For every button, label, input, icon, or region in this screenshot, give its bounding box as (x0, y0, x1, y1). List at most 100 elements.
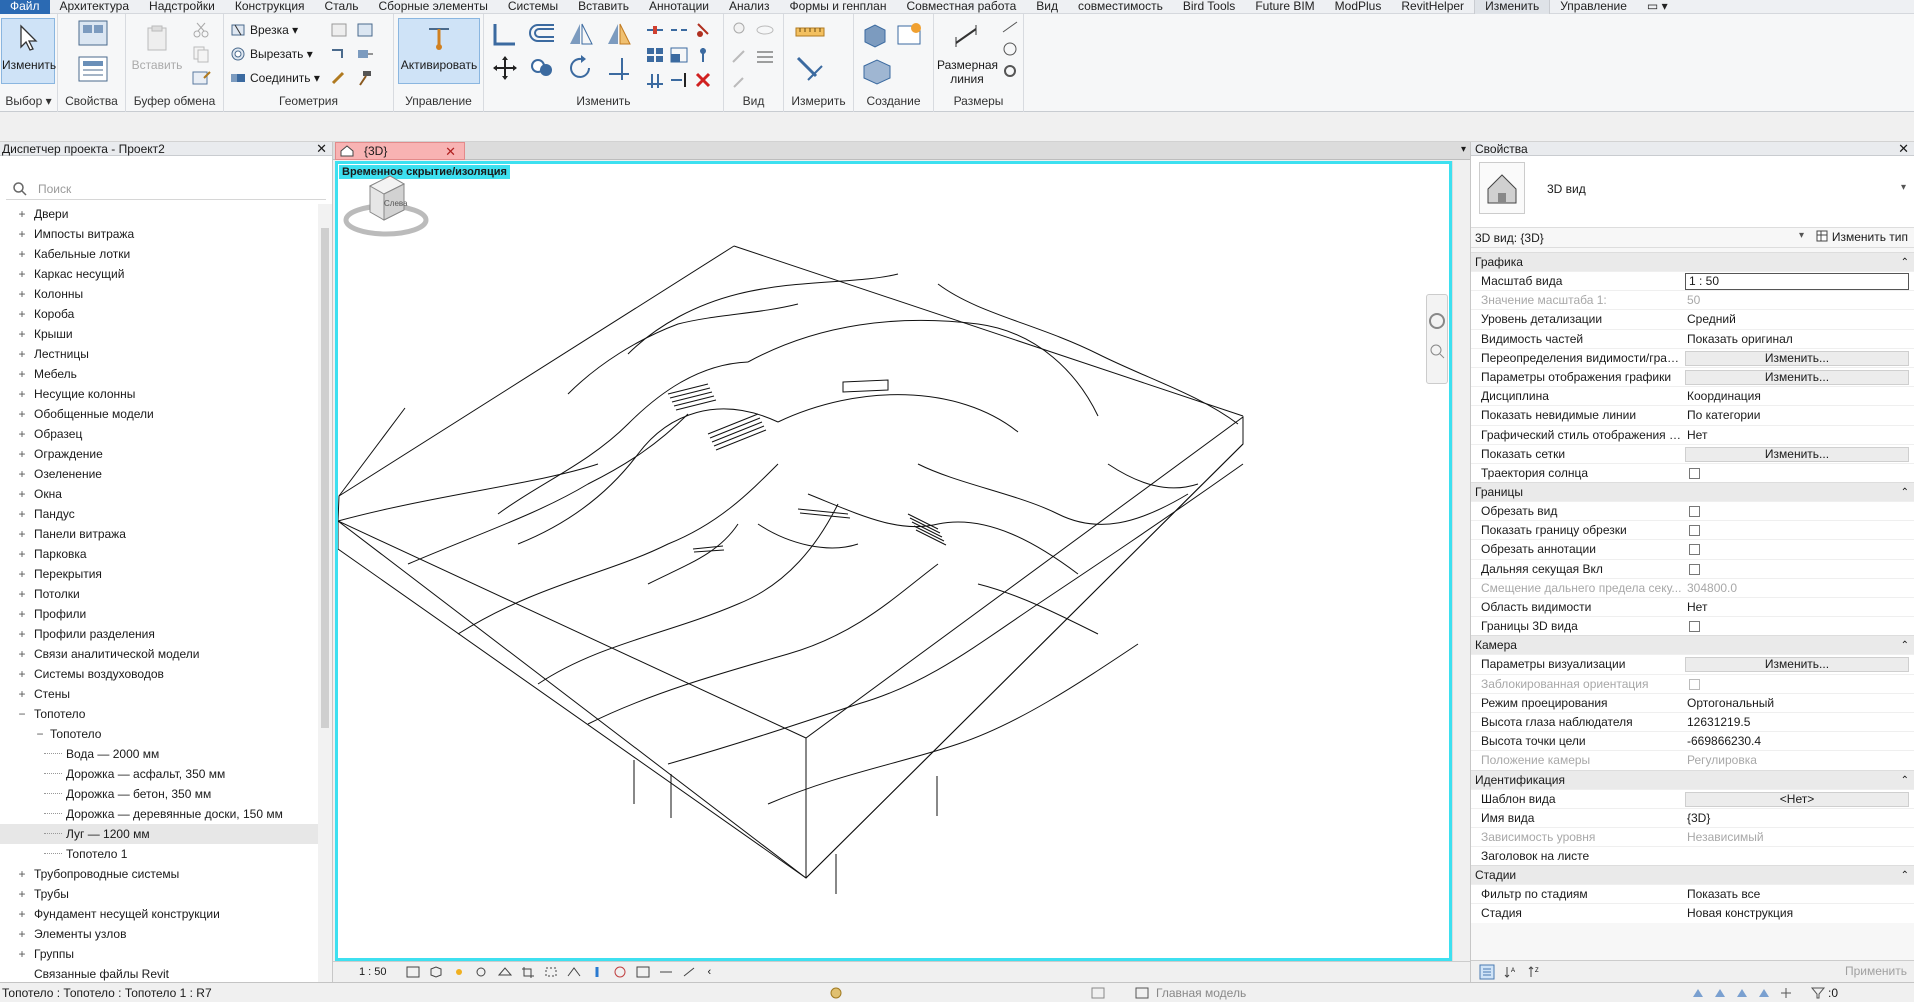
property-value[interactable] (1683, 464, 1914, 482)
property-value[interactable]: Средний (1683, 310, 1914, 328)
panel-select-title[interactable]: Выбор ▾ (0, 94, 57, 108)
expand-icon[interactable]: + (16, 484, 28, 504)
property-value[interactable]: Координация (1683, 387, 1914, 405)
expand-icon[interactable]: + (16, 404, 28, 424)
temporary-isolate-icon[interactable] (589, 965, 605, 979)
worksharing-icon[interactable] (635, 965, 651, 979)
browser-tree-item[interactable]: Луг — 1200 мм (0, 824, 318, 844)
browser-tree-item[interactable]: + Профили (0, 604, 318, 624)
property-value[interactable] (1683, 502, 1914, 520)
menu-tab[interactable]: Сборные элементы (369, 0, 498, 14)
property-value[interactable]: Изменить... (1683, 655, 1914, 673)
expand-icon[interactable]: + (16, 324, 28, 344)
detail-level-icon[interactable] (405, 965, 421, 979)
browser-scrollbar-thumb[interactable] (321, 228, 329, 728)
property-value[interactable]: Изменить... (1683, 368, 1914, 386)
collapse-group-icon[interactable]: ⌃ (1901, 483, 1909, 502)
property-checkbox[interactable] (1689, 563, 1700, 575)
property-edit-button[interactable]: Изменить... (1685, 657, 1909, 673)
zoom-icon[interactable] (1427, 339, 1447, 363)
property-value[interactable]: Нет (1683, 598, 1914, 616)
model-icon[interactable] (1134, 986, 1150, 1000)
menu-tab[interactable]: совместимость (1068, 0, 1173, 14)
menu-tab[interactable]: Файл (0, 0, 50, 14)
browser-search-input[interactable]: Поиск (6, 178, 326, 200)
expand-icon[interactable]: + (16, 584, 28, 604)
property-group-header[interactable]: Стадии ⌃ (1471, 865, 1914, 885)
edit-type-button[interactable]: Изменить тип (1816, 230, 1908, 244)
trim-multi-icon[interactable] (644, 70, 666, 90)
lock-3d-icon[interactable] (566, 965, 582, 979)
create-assembly-icon[interactable] (860, 20, 890, 50)
design-options-icon[interactable] (1090, 986, 1106, 1000)
extend-icon[interactable] (668, 70, 690, 90)
browser-tree-item[interactable]: + Фундамент несущей конструкции (0, 904, 318, 924)
paste-button[interactable]: Вставить (130, 18, 184, 84)
analytical-model-icon[interactable] (658, 965, 674, 979)
measure-element-icon[interactable] (794, 54, 828, 84)
create-parts-icon[interactable] (894, 20, 924, 50)
property-checkbox[interactable] (1689, 544, 1700, 556)
expand-icon[interactable]: + (16, 564, 28, 584)
render-icon[interactable] (497, 965, 513, 979)
collapse-group-icon[interactable]: ⌃ (1901, 866, 1909, 885)
dimension-settings-icon[interactable] (1000, 62, 1020, 80)
worksets-icon[interactable] (828, 986, 844, 1000)
expand-icon[interactable]: + (16, 944, 28, 964)
menu-tab[interactable]: ModPlus (1325, 0, 1392, 14)
property-edit-button[interactable]: Изменить... (1685, 350, 1909, 366)
property-edit-button[interactable]: <Нет> (1685, 791, 1909, 807)
light-bulb-icon[interactable] (728, 20, 750, 40)
property-value[interactable]: По категории (1683, 406, 1914, 424)
brush-icon[interactable] (728, 72, 750, 92)
menu-tab[interactable]: Вставить (568, 0, 639, 14)
expand-icon[interactable]: + (16, 364, 28, 384)
collapse-icon[interactable]: − (34, 724, 46, 744)
expand-icon[interactable]: + (16, 244, 28, 264)
browser-tree-item[interactable]: + Перекрытия (0, 564, 318, 584)
scroll-left-icon[interactable]: ‹ (708, 966, 712, 978)
menu-tab[interactable]: Архитектура (50, 0, 140, 14)
paint-icon[interactable] (354, 44, 376, 64)
line-style-icon[interactable] (754, 46, 776, 66)
radial-dimension-icon[interactable] (1000, 40, 1020, 58)
expand-icon[interactable]: + (16, 604, 28, 624)
menu-tab[interactable]: Аннотации (639, 0, 719, 14)
menu-tab[interactable]: Управление (1550, 0, 1637, 14)
join-button[interactable]: Соединить ▾ (230, 68, 320, 88)
expand-icon[interactable]: + (16, 624, 28, 644)
view-scale[interactable]: 1 : 50 (359, 966, 387, 978)
measure-distance-icon[interactable] (794, 22, 828, 42)
browser-tree-item[interactable]: + Кабельные лотки (0, 244, 318, 264)
expand-icon[interactable]: + (16, 544, 28, 564)
browser-tree-item[interactable]: + Парковка (0, 544, 318, 564)
browser-tree-item[interactable]: Дорожка — бетон, 350 мм (0, 784, 318, 804)
delete-icon[interactable] (692, 70, 714, 90)
browser-tree-item[interactable]: + Крыши (0, 324, 318, 344)
browser-tree-item[interactable]: Топотело 1 (0, 844, 318, 864)
browser-tree-item[interactable]: + Панели витража (0, 524, 318, 544)
property-value[interactable]: <Нет> (1683, 790, 1914, 808)
visual-style-icon[interactable] (428, 965, 444, 979)
property-value[interactable]: Нет (1683, 426, 1914, 444)
angular-dimension-icon[interactable] (1000, 18, 1020, 36)
collapse-group-icon[interactable]: ⌃ (1901, 771, 1909, 790)
expand-icon[interactable]: + (16, 864, 28, 884)
cutout-button[interactable]: Вырезать ▾ (230, 44, 313, 64)
array-icon[interactable] (644, 45, 666, 65)
browser-tree-item[interactable]: Дорожка — асфальт, 350 мм (0, 764, 318, 784)
expand-icon[interactable]: + (16, 384, 28, 404)
browser-tree-item[interactable]: − Топотело (0, 724, 318, 744)
split-icon[interactable] (644, 20, 666, 40)
menu-tab[interactable]: Bird Tools (1173, 0, 1245, 14)
browser-tree-item[interactable]: + Трубопроводные системы (0, 864, 318, 884)
property-group-header[interactable]: Графика ⌃ (1471, 252, 1914, 271)
property-checkbox[interactable] (1689, 525, 1700, 537)
pencil-icon[interactable] (728, 46, 750, 66)
property-value[interactable] (1683, 540, 1914, 558)
3d-view-canvas[interactable]: Временное скрытие/изоляция Слева (335, 161, 1452, 961)
collapse-icon[interactable]: − (16, 704, 28, 724)
property-value[interactable] (1683, 521, 1914, 539)
browser-tree-item[interactable]: + Короба (0, 304, 318, 324)
crop-view-icon[interactable] (520, 965, 536, 979)
